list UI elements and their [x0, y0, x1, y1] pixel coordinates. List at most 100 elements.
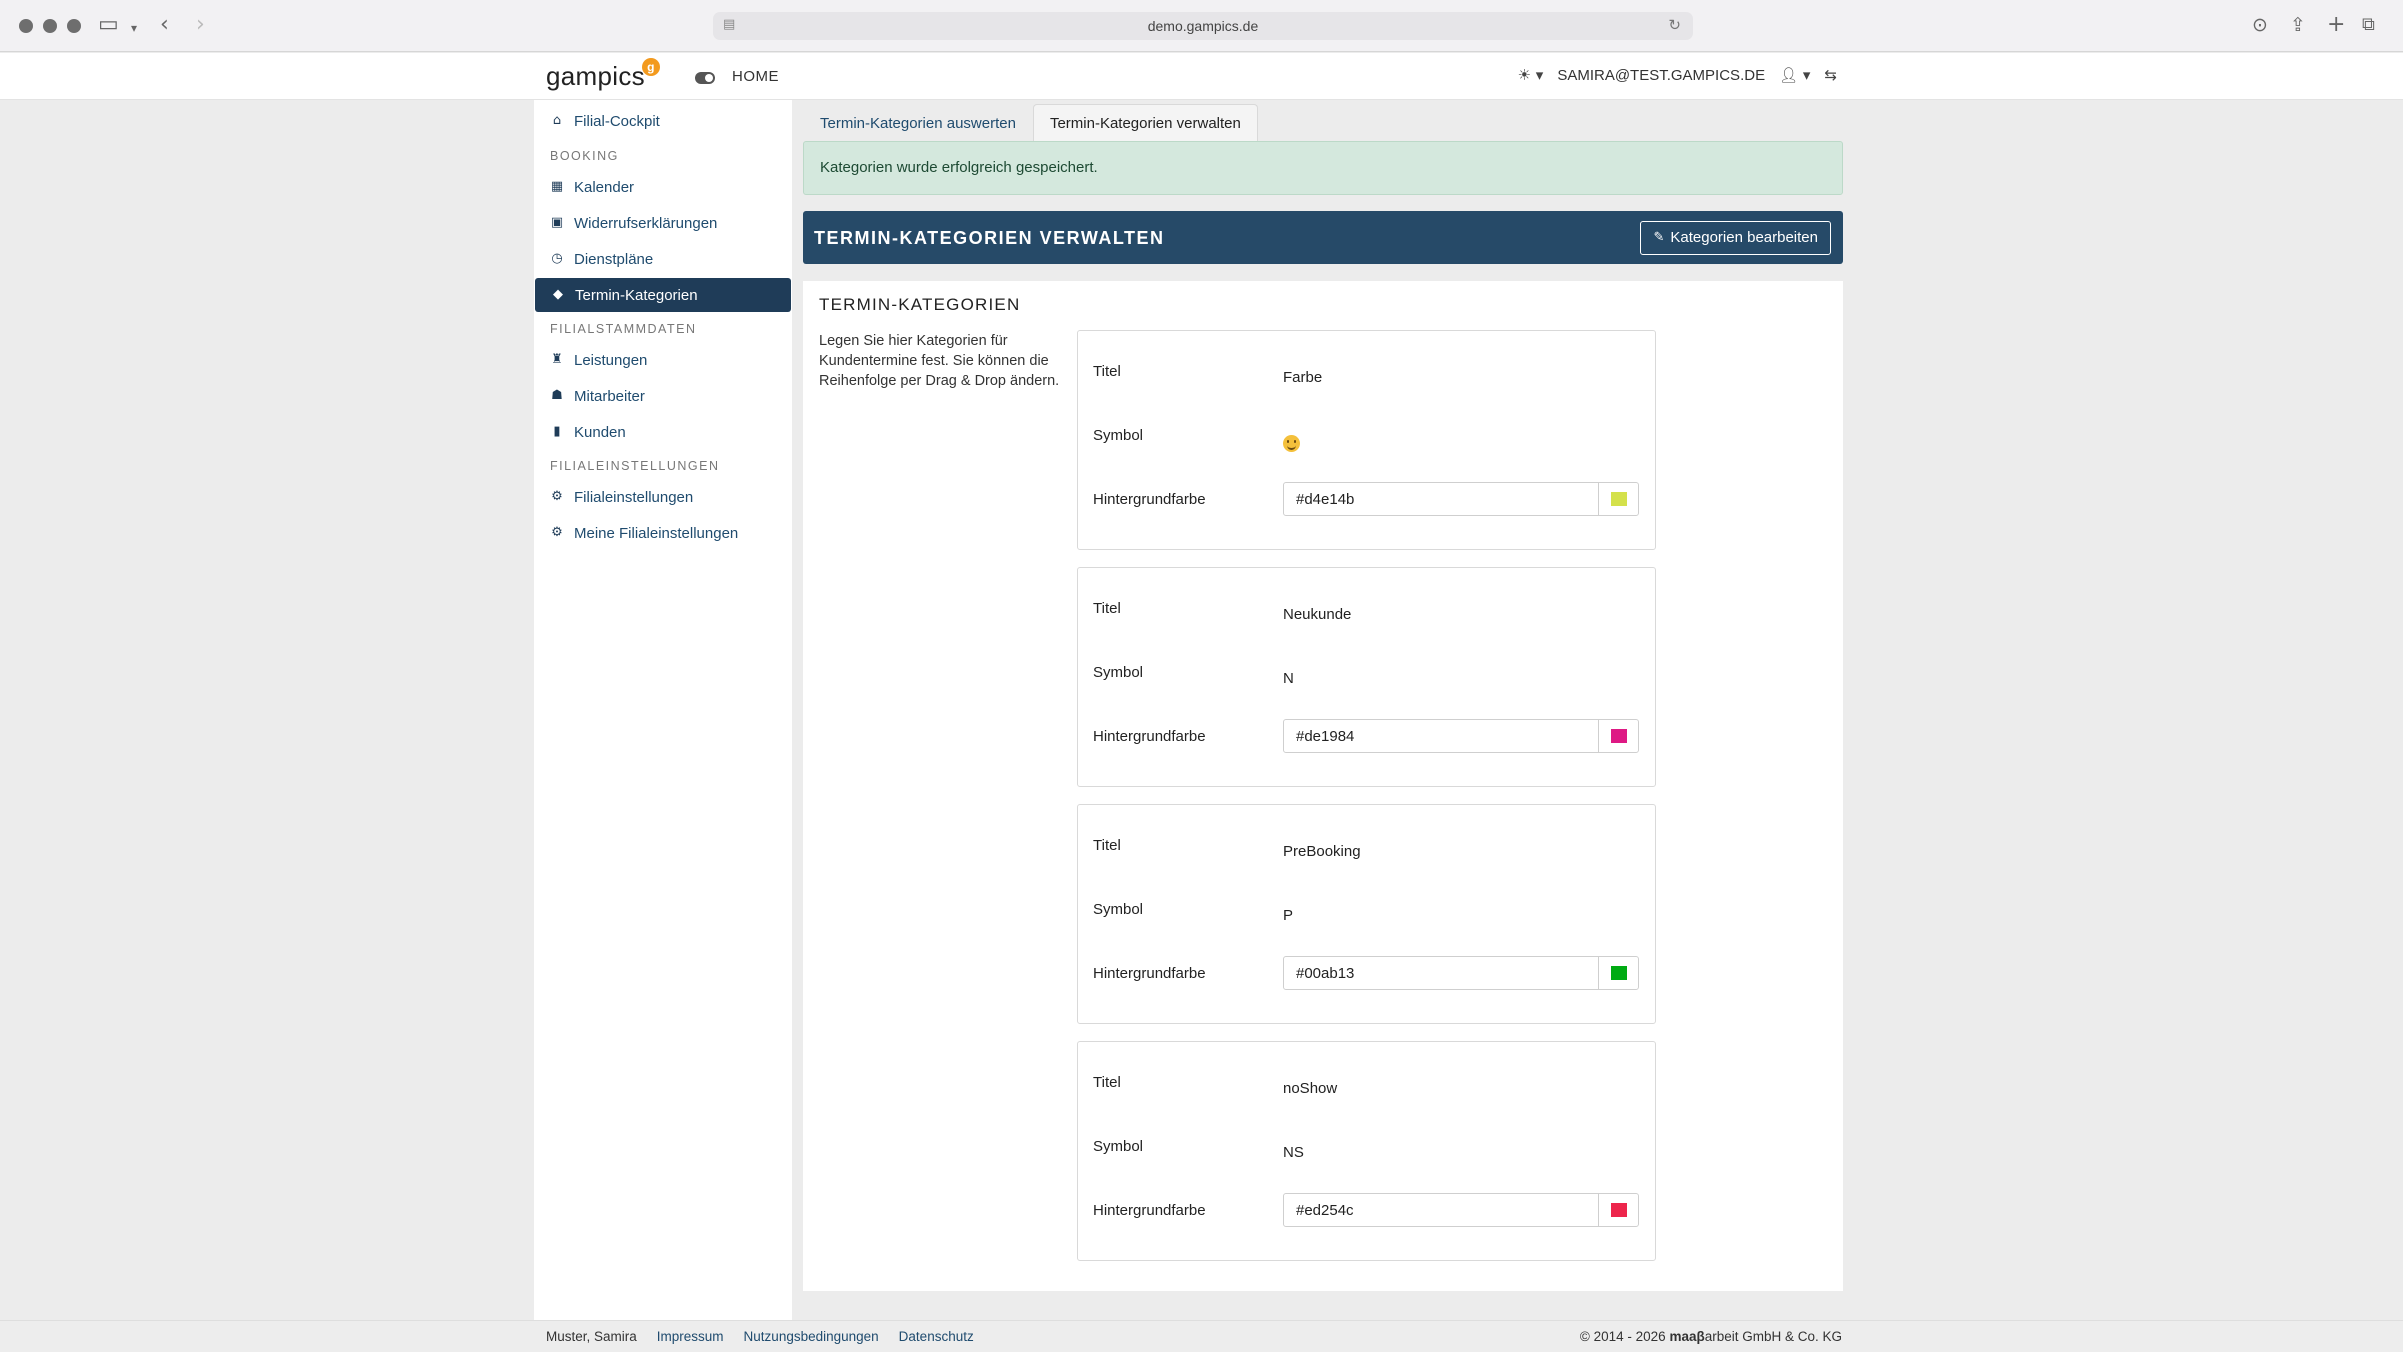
impressum-link[interactable]: Impressum	[657, 1329, 724, 1344]
downloads-icon[interactable]: ⊙	[2252, 12, 2268, 38]
title-label: Titel	[1093, 600, 1121, 617]
category-title: noShow	[1283, 1080, 1338, 1097]
clock-icon: ◷	[551, 251, 563, 266]
sidebar-item-widerrufserklaerungen[interactable]: ▣ Widerrufserklärungen	[534, 206, 790, 240]
home-link[interactable]: HOME	[732, 68, 779, 85]
category-card[interactable]: Titel PreBooking Symbol P Hintergrundfar…	[1077, 804, 1656, 1024]
category-title: Farbe	[1283, 369, 1323, 386]
category-title: PreBooking	[1283, 843, 1361, 860]
user-menu-icon[interactable]: 👤︎ ▾	[1779, 66, 1810, 84]
sidebar-item-filialeinstellungen[interactable]: ⚙ Filialeinstellungen	[534, 480, 790, 514]
browser-toolbar: ▭ ▾ ‹ › ▤ demo.gampics.de ↻ ⊙ ⇪ + ⧉	[0, 0, 2403, 52]
categories-content: TERMIN-KATEGORIEN Legen Sie hier Kategor…	[803, 281, 1843, 1291]
gampics-logo[interactable]: gampics g	[546, 58, 660, 92]
minimize-window-button[interactable]	[43, 19, 57, 33]
sidebar-item-filial-cockpit[interactable]: ⌂ Filial-Cockpit	[534, 104, 790, 138]
color-picker-button[interactable]	[1598, 720, 1638, 752]
footer: Muster, Samira Impressum Nutzungsbedingu…	[0, 1320, 2403, 1352]
forward-arrow-icon[interactable]: ›	[196, 12, 205, 38]
reload-icon[interactable]: ↻	[1668, 16, 1681, 34]
category-card[interactable]: Titel Farbe Symbol Hintergrundfarbe #d4e…	[1077, 330, 1656, 550]
symbol-label: Symbol	[1093, 664, 1144, 681]
panel-header: TERMIN-KATEGORIEN VERWALTEN ✎ Kategorien…	[803, 211, 1843, 264]
sidebar-item-meine-filialeinstellungen[interactable]: ⚙ Meine Filialeinstellungen	[534, 516, 790, 550]
sidebar-item-dienstplaene[interactable]: ◷ Dienstpläne	[534, 242, 790, 276]
category-symbol: N	[1283, 670, 1294, 687]
share-icon[interactable]: ⇪	[2290, 12, 2306, 38]
color-swatch	[1611, 729, 1627, 743]
background-color-label: Hintergrundfarbe	[1093, 1202, 1206, 1219]
tab-bar: Termin-Kategorien auswerten Termin-Kateg…	[803, 104, 1258, 142]
color-hex-value: #00ab13	[1296, 965, 1355, 982]
zoom-window-button[interactable]	[67, 19, 81, 33]
sidebar-item-termin-kategorien[interactable]: ◆ Termin-Kategorien	[535, 278, 791, 312]
smiley-emoji-icon	[1283, 435, 1300, 452]
sidebar-section-filialstammdaten: FILIALSTAMMDATEN	[550, 322, 697, 336]
edit-categories-button[interactable]: ✎ Kategorien bearbeiten	[1640, 221, 1831, 255]
sidebar-section-filialeinstellungen: FILIALEINSTELLUNGEN	[550, 459, 720, 473]
background-color-label: Hintergrundfarbe	[1093, 965, 1206, 982]
back-arrow-icon[interactable]: ‹	[160, 12, 169, 38]
category-title: Neukunde	[1283, 606, 1352, 623]
sidebar: ⌂ Filial-Cockpit BOOKING ▦ Kalender ▣ Wi…	[534, 100, 792, 1320]
category-card[interactable]: Titel noShow Symbol NS Hintergrundfarbe …	[1077, 1041, 1656, 1261]
sidebar-item-kunden[interactable]: ▮ Kunden	[534, 415, 790, 449]
datenschutz-link[interactable]: Datenschutz	[899, 1329, 974, 1344]
category-symbol: P	[1283, 907, 1294, 924]
tab-overview-icon[interactable]: ⧉	[2362, 12, 2375, 38]
calendar-minus-icon: ▣	[550, 215, 564, 230]
background-color-input[interactable]: #d4e14b	[1283, 482, 1639, 516]
background-color-input[interactable]: #ed254c	[1283, 1193, 1639, 1227]
home-icon: ⌂	[552, 113, 562, 128]
sidebar-toggle-icon[interactable]: ▭	[98, 12, 119, 38]
symbol-label: Symbol	[1093, 1138, 1144, 1155]
title-label: Titel	[1093, 363, 1121, 380]
switch-branch-icon[interactable]: ⇆	[1824, 66, 1837, 84]
background-color-label: Hintergrundfarbe	[1093, 728, 1206, 745]
app-header: gampics g HOME ☀ ▾ SAMIRA@TEST.GAMPICS.D…	[0, 53, 2403, 100]
color-picker-button[interactable]	[1598, 957, 1638, 989]
color-hex-value: #de1984	[1296, 728, 1355, 745]
background-color-input[interactable]: #de1984	[1283, 719, 1639, 753]
calendar-icon: ▦	[550, 179, 564, 194]
pencil-icon: ✎	[1653, 230, 1665, 245]
color-hex-value: #d4e14b	[1296, 491, 1355, 508]
close-window-button[interactable]	[19, 19, 33, 33]
user-email[interactable]: SAMIRA@TEST.GAMPICS.DE	[1557, 67, 1765, 84]
toggle-icon[interactable]	[695, 72, 715, 84]
address-book-icon: ▮	[553, 424, 561, 439]
title-label: Titel	[1093, 1074, 1121, 1091]
background-color-input[interactable]: #00ab13	[1283, 956, 1639, 990]
success-alert: Kategorien wurde erfolgreich gespeichert…	[803, 141, 1843, 195]
symbol-label: Symbol	[1093, 427, 1144, 444]
color-swatch	[1611, 492, 1627, 506]
nutzungsbedingungen-link[interactable]: Nutzungsbedingungen	[744, 1329, 879, 1344]
chevron-down-icon[interactable]: ▾	[131, 15, 137, 41]
category-symbol: NS	[1283, 1144, 1304, 1161]
color-swatch	[1611, 1203, 1627, 1217]
footer-user: Muster, Samira	[546, 1329, 637, 1344]
section-description: Legen Sie hier Kategorien für Kundenterm…	[819, 333, 1060, 389]
user-gear-icon: ⚙	[551, 525, 563, 540]
sidebar-item-kalender[interactable]: ▦ Kalender	[534, 170, 790, 204]
url-text[interactable]: demo.gampics.de	[713, 18, 1693, 34]
page-title: TERMIN-KATEGORIEN VERWALTEN	[814, 228, 1165, 248]
tab-termin-kategorien-auswerten[interactable]: Termin-Kategorien auswerten	[803, 104, 1033, 142]
sidebar-item-leistungen[interactable]: ♜ Leistungen	[534, 343, 790, 377]
color-picker-button[interactable]	[1598, 483, 1638, 515]
address-bar[interactable]: ▤ demo.gampics.de ↻	[713, 12, 1693, 40]
gears-icon: ⚙	[551, 489, 563, 504]
logo-badge: g	[641, 58, 660, 76]
copyright: © 2014 - 2026 maaβarbeit GmbH & Co. KG	[1579, 1329, 1842, 1344]
color-picker-button[interactable]	[1598, 1194, 1638, 1226]
theme-switch-icon[interactable]: ☀ ▾	[1518, 66, 1544, 84]
title-label: Titel	[1093, 837, 1121, 854]
background-color-label: Hintergrundfarbe	[1093, 491, 1206, 508]
section-title: TERMIN-KATEGORIEN	[819, 295, 1021, 314]
tab-termin-kategorien-verwalten[interactable]: Termin-Kategorien verwalten	[1032, 104, 1258, 142]
category-card[interactable]: Titel Neukunde Symbol N Hintergrundfarbe…	[1077, 567, 1656, 787]
new-tab-icon[interactable]: +	[2327, 12, 2345, 38]
window-controls[interactable]	[19, 19, 81, 33]
sidebar-item-mitarbeiter[interactable]: ☗ Mitarbeiter	[534, 379, 790, 413]
chair-icon: ♜	[551, 352, 563, 367]
